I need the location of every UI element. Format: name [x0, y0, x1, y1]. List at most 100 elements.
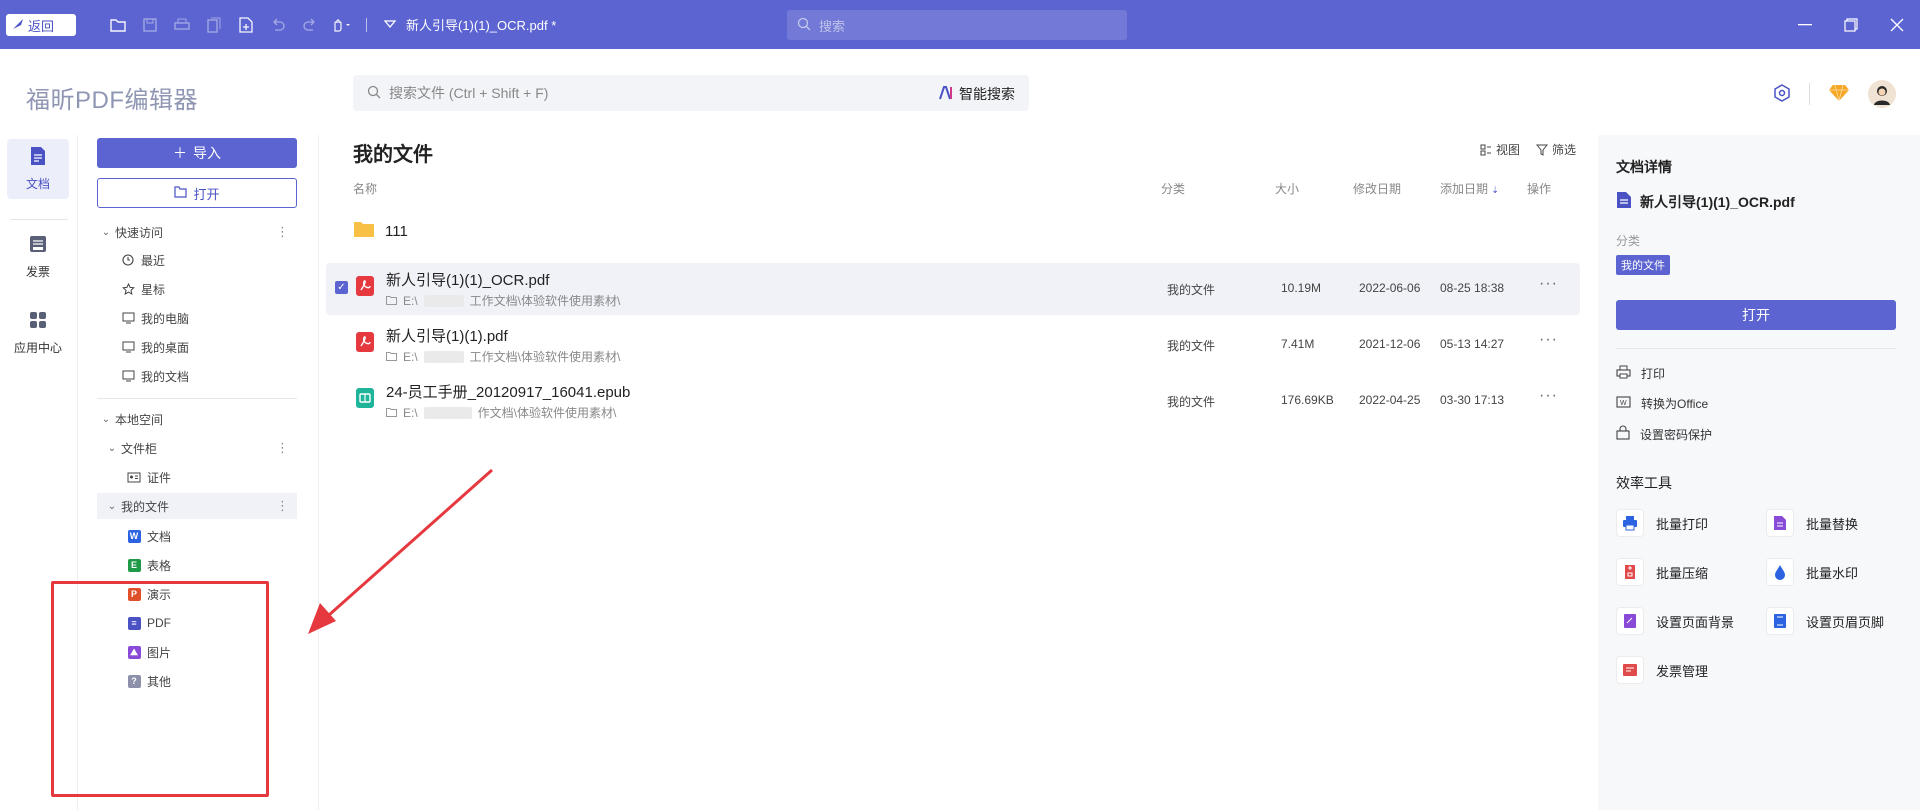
titlebar-search-input[interactable]: 搜索 [787, 10, 1127, 40]
tool-label: 发票管理 [1656, 663, 1709, 679]
column-header-added[interactable]: 添加日期 ⇣ [1440, 180, 1499, 197]
highlight-box [51, 581, 269, 797]
header-footer-icon [1766, 607, 1794, 635]
close-icon[interactable] [1874, 0, 1920, 49]
settings-icon[interactable] [1773, 83, 1791, 105]
tool-label: 批量压缩 [1656, 565, 1709, 581]
id-card-icon [125, 470, 143, 484]
folder-row[interactable]: 111 [353, 220, 408, 242]
column-header-name[interactable]: 名称 [353, 180, 377, 197]
table-row[interactable]: 新人引导(1)(1).pdf E:\ 工作文档\体验软件使用素材\ 我的文件 7.… [326, 319, 1580, 371]
copy-page-icon[interactable] [198, 14, 230, 36]
more-vertical-icon[interactable]: ⋮ [276, 224, 289, 240]
more-horizontal-icon[interactable]: ··· [1539, 387, 1558, 405]
column-header-actions: 操作 [1527, 182, 1552, 196]
file-category: 我的文件 [1167, 283, 1216, 297]
sidebar-item-my-documents[interactable]: 我的文档 [97, 363, 297, 389]
sidebar-item-my-desktop[interactable]: 我的桌面 [97, 334, 297, 360]
file-search-input[interactable]: 搜索文件 (Ctrl + Shift + F) 智能搜索 [353, 75, 1029, 111]
more-horizontal-icon[interactable]: ··· [1539, 331, 1558, 349]
details-file-name: 新人引导(1)(1)_OCR.pdf [1640, 193, 1795, 210]
category-badge[interactable]: 我的文件 [1616, 255, 1670, 275]
cabinet-header[interactable]: ⌄ 文件柜 ⋮ [97, 435, 297, 461]
local-space-label: 本地空间 [115, 412, 164, 427]
column-header-modified[interactable]: 修改日期 [1353, 180, 1401, 197]
redo-icon[interactable] [294, 14, 326, 36]
open-folder-icon[interactable] [102, 14, 134, 36]
row-checkbox[interactable]: ✓ [335, 281, 348, 294]
file-name: 新人引导(1)(1).pdf [386, 328, 508, 345]
details-open-button[interactable]: 打开 [1616, 300, 1896, 330]
tool-batch-print[interactable]: 批量打印 [1616, 509, 1708, 537]
tool-batch-watermark[interactable]: 批量水印 [1766, 558, 1858, 586]
file-modified-date: 2021-12-06 [1359, 337, 1421, 351]
more-horizontal-icon[interactable]: ··· [1539, 275, 1558, 293]
table-row[interactable]: 24-员工手册_20120917_16041.epub E:\ 作文档\体验软件使… [326, 375, 1580, 427]
action-label: 转换为Office [1641, 397, 1709, 411]
document-tab[interactable]: 新人引导(1)(1)_OCR.pdf * [383, 15, 556, 34]
convert-office-action[interactable]: W 转换为Office [1616, 395, 1708, 412]
restore-icon[interactable] [1828, 0, 1874, 49]
ai-search-label: 智能搜索 [959, 86, 1015, 102]
tool-page-background[interactable]: 设置页面背景 [1616, 607, 1734, 635]
sidebar-item-recent[interactable]: 最近 [97, 247, 297, 273]
chevron-down-icon[interactable]: ⌄ [103, 443, 121, 454]
print-icon[interactable] [166, 14, 198, 36]
print-action[interactable]: 打印 [1616, 365, 1665, 382]
file-size: 176.69KB [1281, 393, 1334, 407]
sidebar-item-type-documents[interactable]: W 文档 [97, 523, 297, 549]
filter-button[interactable]: 筛选 [1535, 141, 1576, 158]
file-path-suffix: 工作文档\体验软件使用素材\ [469, 294, 621, 308]
password-protect-action[interactable]: 设置密码保护 [1616, 425, 1712, 443]
more-vertical-icon[interactable]: ⋮ [276, 440, 289, 456]
table-row[interactable]: ✓ 新人引导(1)(1)_OCR.pdf E:\ 工作文档\体验软件使用素材\ 我… [326, 263, 1580, 315]
title-bar: 返回 新人引导(1)(1)_OCR.pdf * 搜索 [0, 0, 1920, 49]
open-folder-icon [174, 185, 188, 201]
tool-invoice-manage[interactable]: 发票管理 [1616, 656, 1708, 684]
rail-item-invoice[interactable]: 发票 [7, 227, 69, 287]
open-button[interactable]: 打开 [97, 178, 297, 208]
file-modified-date: 2022-04-25 [1359, 393, 1421, 407]
view-button[interactable]: 视图 [1480, 141, 1520, 158]
sidebar-item-type-sheets[interactable]: E 表格 [97, 552, 297, 578]
tool-batch-replace[interactable]: 批量替换 [1766, 509, 1858, 537]
rail-item-app-center[interactable]: 应用中心 [7, 303, 69, 363]
tool-header-footer[interactable]: 设置页眉页脚 [1766, 607, 1884, 635]
file-added-date: 03-30 17:13 [1440, 393, 1505, 407]
sidebar-item-my-computer[interactable]: 我的电脑 [97, 305, 297, 331]
sidebar-item-id-docs[interactable]: 证件 [97, 464, 297, 490]
my-files-header[interactable]: ⌄ 我的文件 ⋮ [97, 493, 297, 519]
star-icon [119, 282, 137, 296]
rail-item-documents[interactable]: 文档 [7, 139, 69, 199]
plus-icon: ＋ [173, 145, 187, 161]
more-vertical-icon[interactable]: ⋮ [276, 498, 289, 514]
avatar[interactable] [1868, 80, 1896, 108]
chevron-down-icon[interactable]: ⌄ [97, 414, 115, 425]
document-icon [1616, 191, 1632, 212]
pdf-file-icon [355, 331, 375, 353]
undo-icon[interactable] [262, 14, 294, 36]
tool-label: 批量水印 [1806, 565, 1859, 581]
folder-name: 111 [385, 222, 408, 240]
hand-tool-icon[interactable] [326, 14, 358, 36]
chevron-down-icon[interactable]: ⌄ [97, 227, 115, 238]
my-files-label: 我的文件 [121, 499, 170, 514]
file-path: E:\ 作文档\体验软件使用素材\ [386, 404, 616, 421]
new-file-icon[interactable] [230, 14, 262, 36]
column-header-size[interactable]: 大小 [1275, 180, 1299, 197]
local-space-header[interactable]: ⌄ 本地空间 [97, 406, 297, 432]
app-title: 福昕PDF编辑器 [26, 87, 198, 114]
sidebar-item-starred[interactable]: 星标 [97, 276, 297, 302]
import-button[interactable]: ＋ 导入 [97, 138, 297, 168]
column-header-category[interactable]: 分类 [1161, 180, 1185, 197]
minimize-icon[interactable] [1782, 0, 1828, 49]
ai-search-button[interactable]: 智能搜索 [939, 84, 1015, 104]
tool-batch-compress[interactable]: 批量压缩 [1616, 558, 1708, 586]
chevron-down-icon[interactable] [383, 17, 397, 32]
vip-diamond-icon[interactable] [1828, 84, 1850, 105]
filter-icon [1535, 144, 1548, 156]
quick-access-header[interactable]: ⌄ 快速访问 ⋮ [97, 219, 297, 245]
back-button[interactable]: 返回 [6, 14, 76, 36]
save-icon[interactable] [134, 14, 166, 36]
chevron-down-icon[interactable]: ⌄ [103, 501, 121, 512]
